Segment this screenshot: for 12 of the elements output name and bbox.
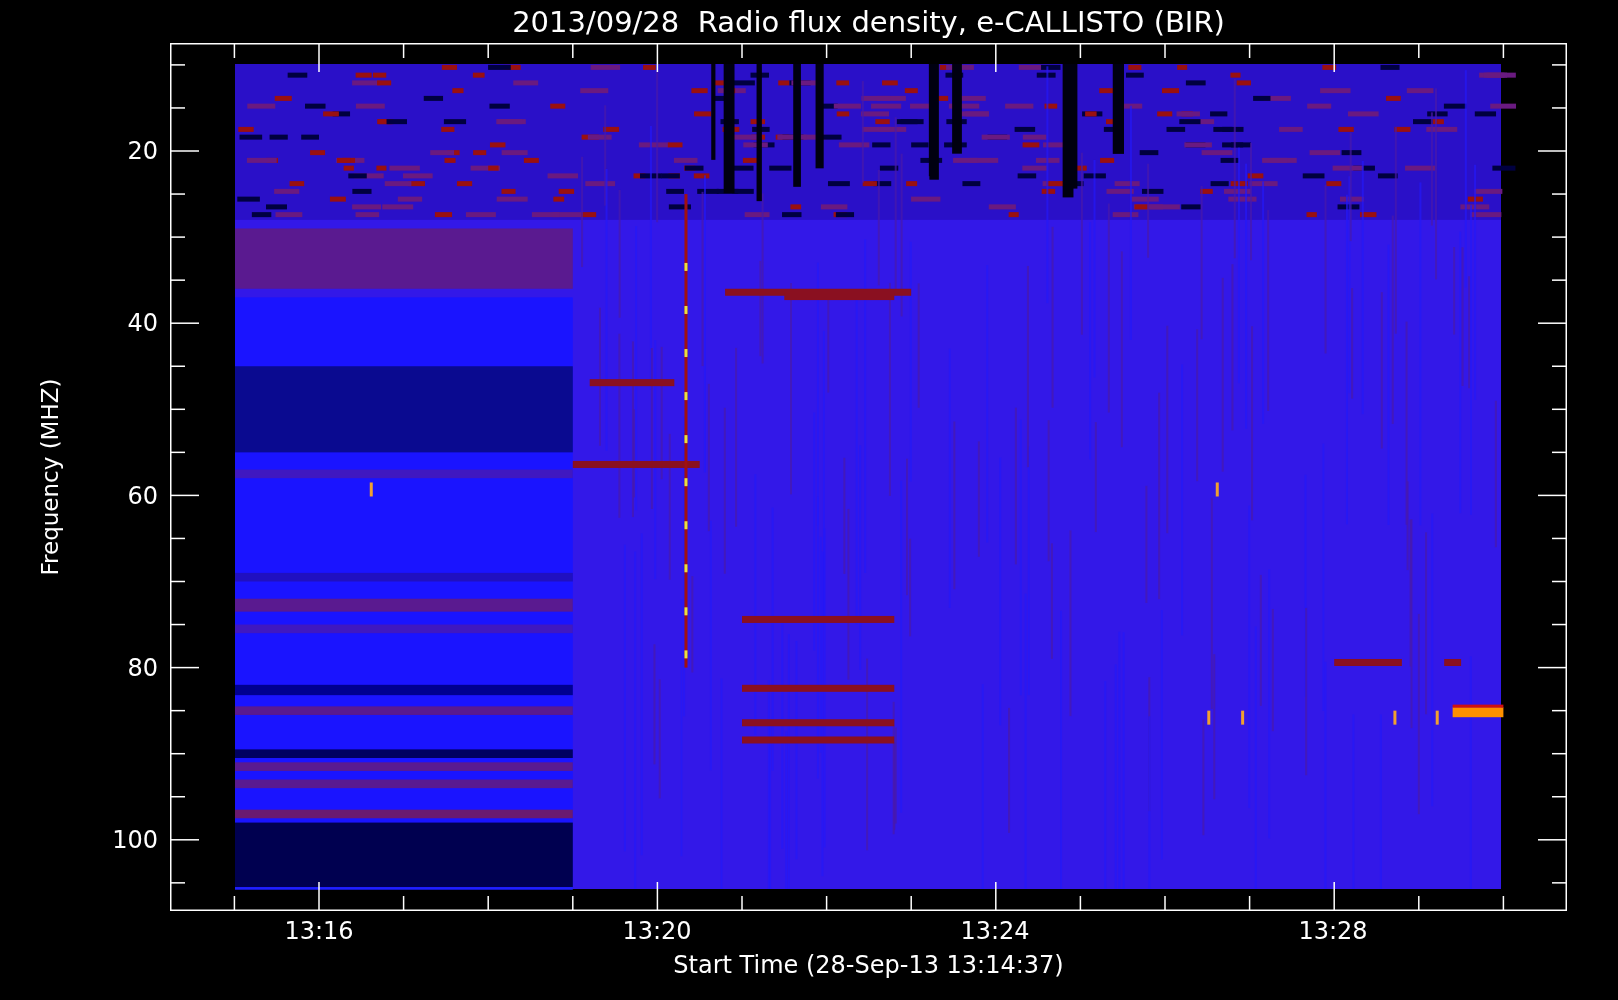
y-tick-label: 20: [127, 137, 158, 165]
x-tick-label: 13:16: [283, 917, 355, 945]
chart-title: 2013/09/28 Radio flux density, e-CALLISTO (BIR): [512, 3, 1225, 41]
x-axis-label: Start Time (28-Sep-13 13:14:37): [673, 951, 1064, 979]
y-tick-label: 80: [127, 653, 158, 682]
y-axis-label: Frequency (MHZ): [36, 378, 64, 576]
x-tick-label: 13:24: [959, 917, 1031, 945]
y-tick-label: 60: [127, 481, 158, 510]
y-tick-label: 40: [127, 309, 158, 338]
x-tick-label: 13:20: [621, 917, 693, 945]
y-tick-label: 100: [112, 826, 158, 854]
x-tick-label: 13:28: [1297, 917, 1369, 945]
